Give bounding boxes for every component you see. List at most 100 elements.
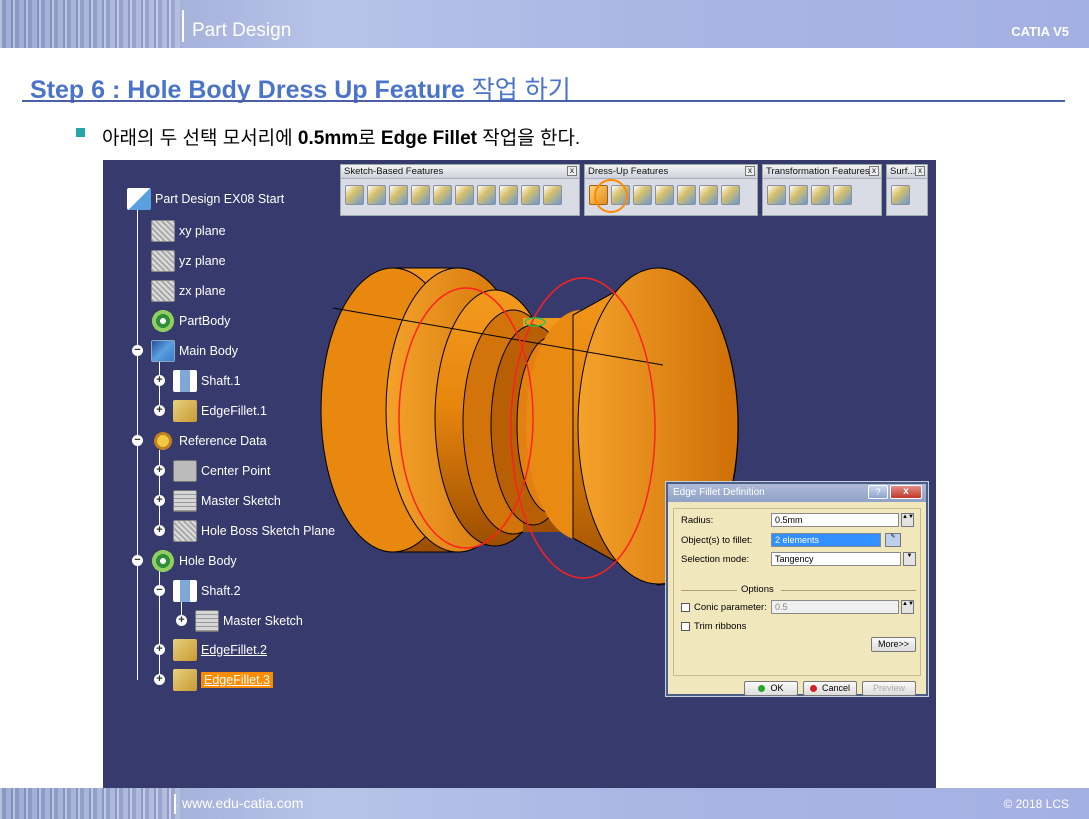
selected-label: EdgeFillet.3	[201, 672, 274, 688]
radius-input[interactable]: 0.5mm	[771, 513, 899, 527]
header-title: Part Design	[192, 20, 292, 41]
conic-label: Conic parameter:	[694, 602, 767, 613]
expand-icon[interactable]: +	[154, 465, 165, 476]
tree-branch-line	[159, 450, 160, 530]
cancel-button[interactable]: Cancel	[803, 681, 857, 696]
geometrical-set-icon	[151, 430, 175, 452]
tree-item-edgefillet-2[interactable]: EdgeFillet.2	[173, 639, 267, 661]
tree-item-partbody[interactable]: PartBody	[151, 310, 230, 332]
toolbar-close-icon[interactable]: x	[745, 166, 755, 176]
collapse-icon[interactable]: −	[132, 435, 143, 446]
toolbar-close-icon[interactable]: x	[567, 166, 577, 176]
objects-field[interactable]: 2 elements	[771, 533, 881, 547]
plane-icon	[151, 250, 175, 272]
multi-section-solid-icon[interactable]	[521, 185, 540, 205]
header-bar: Part Design CATIA V5	[0, 0, 1089, 48]
tree-item-hole-boss-sketch-plane[interactable]: Hole Boss Sketch Plane	[173, 520, 335, 542]
split-icon[interactable]	[891, 185, 910, 205]
thread-icon[interactable]	[699, 185, 718, 205]
edge-fillet-icon	[173, 639, 197, 661]
edit-list-icon[interactable]: ✎	[885, 533, 901, 547]
bullet-marker	[76, 128, 85, 137]
thickness-icon[interactable]	[677, 185, 696, 205]
expand-icon[interactable]: +	[176, 615, 187, 626]
dialog-titlebar[interactable]: Edge Fillet Definition ? x	[668, 484, 926, 502]
close-button[interactable]: x	[890, 485, 922, 499]
collapse-icon[interactable]: −	[132, 555, 143, 566]
tree-item-yz-plane[interactable]: yz plane	[151, 250, 226, 272]
selection-mode-select[interactable]: Tangency	[771, 552, 901, 566]
catia-viewport[interactable]: Sketch-Based Features x Dress-Up Features…	[103, 160, 936, 788]
conic-checkbox[interactable]	[681, 603, 690, 612]
tree-item-root[interactable]: Part Design EX08 Start	[127, 188, 284, 210]
body-gear-icon	[151, 550, 175, 572]
specification-tree: Part Design EX08 Start xy plane yz plane…	[103, 160, 403, 780]
radius-spinner[interactable]: ▲▼	[901, 513, 914, 527]
expand-icon[interactable]: +	[154, 495, 165, 506]
expand-icon[interactable]: +	[154, 674, 165, 685]
slide: Part Design CATIA V5 Step 6 : Hole Body …	[0, 0, 1089, 819]
tree-item-edgefillet-1[interactable]: EdgeFillet.1	[173, 400, 267, 422]
tree-item-zx-plane[interactable]: zx plane	[151, 280, 226, 302]
tree-item-reference-data[interactable]: Reference Data	[151, 430, 267, 452]
instruction-value: 0.5mm	[297, 128, 359, 149]
expand-icon[interactable]: +	[154, 405, 165, 416]
groove-icon[interactable]	[411, 185, 430, 205]
rectangular-pattern-icon[interactable]	[811, 185, 830, 205]
sketch-icon	[195, 610, 219, 632]
point-icon	[173, 460, 197, 482]
hole-icon[interactable]	[433, 185, 452, 205]
ok-button[interactable]: OK	[744, 681, 798, 696]
edge-fillet-icon	[173, 669, 197, 691]
instruction-post: 작업을 한다.	[482, 128, 581, 149]
tree-item-center-point[interactable]: Center Point	[173, 460, 270, 482]
translation-icon[interactable]	[767, 185, 786, 205]
tree-item-master-sketch-2[interactable]: Master Sketch	[195, 610, 303, 632]
footer-bar: www.edu-catia.com © 2018 LCS	[0, 788, 1089, 819]
remove-face-icon[interactable]	[721, 185, 740, 205]
draft-icon[interactable]	[633, 185, 652, 205]
toolbar-title: Surf...	[890, 166, 916, 177]
title-underline	[22, 100, 1065, 102]
collapse-icon[interactable]: −	[154, 585, 165, 596]
expand-icon[interactable]: +	[154, 375, 165, 386]
mirror-icon[interactable]	[789, 185, 808, 205]
footer-decoration	[0, 788, 180, 819]
tree-item-xy-plane[interactable]: xy plane	[151, 220, 226, 242]
shaft-icon	[173, 580, 197, 602]
edge-fillet-dialog: Edge Fillet Definition ? x Radius: 0.5mm…	[666, 482, 928, 696]
shell-icon[interactable]	[655, 185, 674, 205]
slot-icon[interactable]	[477, 185, 496, 205]
conic-input[interactable]: 0.5	[771, 600, 899, 614]
footer-url: www.edu-catia.com	[182, 795, 304, 811]
tree-item-shaft-1[interactable]: Shaft.1	[173, 370, 241, 392]
trim-ribbons-checkbox[interactable]	[681, 622, 690, 631]
expand-icon[interactable]: +	[154, 525, 165, 536]
expand-icon[interactable]: +	[154, 644, 165, 655]
tree-item-hole-body[interactable]: Hole Body	[151, 550, 237, 572]
tree-item-shaft-2[interactable]: Shaft.2	[173, 580, 241, 602]
plane-icon	[151, 220, 175, 242]
options-divider	[781, 590, 916, 591]
body-gear-icon	[151, 310, 175, 332]
collapse-icon[interactable]: −	[132, 345, 143, 356]
header-brand: CATIA V5	[1011, 24, 1069, 39]
footer-separator	[174, 794, 176, 814]
chevron-down-icon[interactable]: ▼	[903, 552, 916, 566]
rib-icon[interactable]	[455, 185, 474, 205]
help-button[interactable]: ?	[868, 485, 888, 499]
toolbar-close-icon[interactable]: x	[869, 166, 879, 176]
preview-button[interactable]: Preview	[862, 681, 916, 696]
toolbar-close-icon[interactable]: x	[915, 166, 925, 176]
removed-multi-section-icon[interactable]	[543, 185, 562, 205]
selection-mode-label: Selection mode:	[681, 554, 750, 565]
instruction-text: 아래의 두 선택 모서리에 0.5mm로 Edge Fillet 작업을 한다.	[102, 123, 580, 150]
stiffener-icon[interactable]	[499, 185, 518, 205]
plane-icon	[151, 280, 175, 302]
conic-spinner[interactable]: ▲▼	[901, 600, 914, 614]
scaling-icon[interactable]	[833, 185, 852, 205]
tree-item-master-sketch[interactable]: Master Sketch	[173, 490, 281, 512]
more-button[interactable]: More>>	[871, 637, 916, 652]
tree-item-main-body[interactable]: Main Body	[151, 340, 238, 362]
tree-item-edgefillet-3[interactable]: EdgeFillet.3	[173, 669, 274, 691]
